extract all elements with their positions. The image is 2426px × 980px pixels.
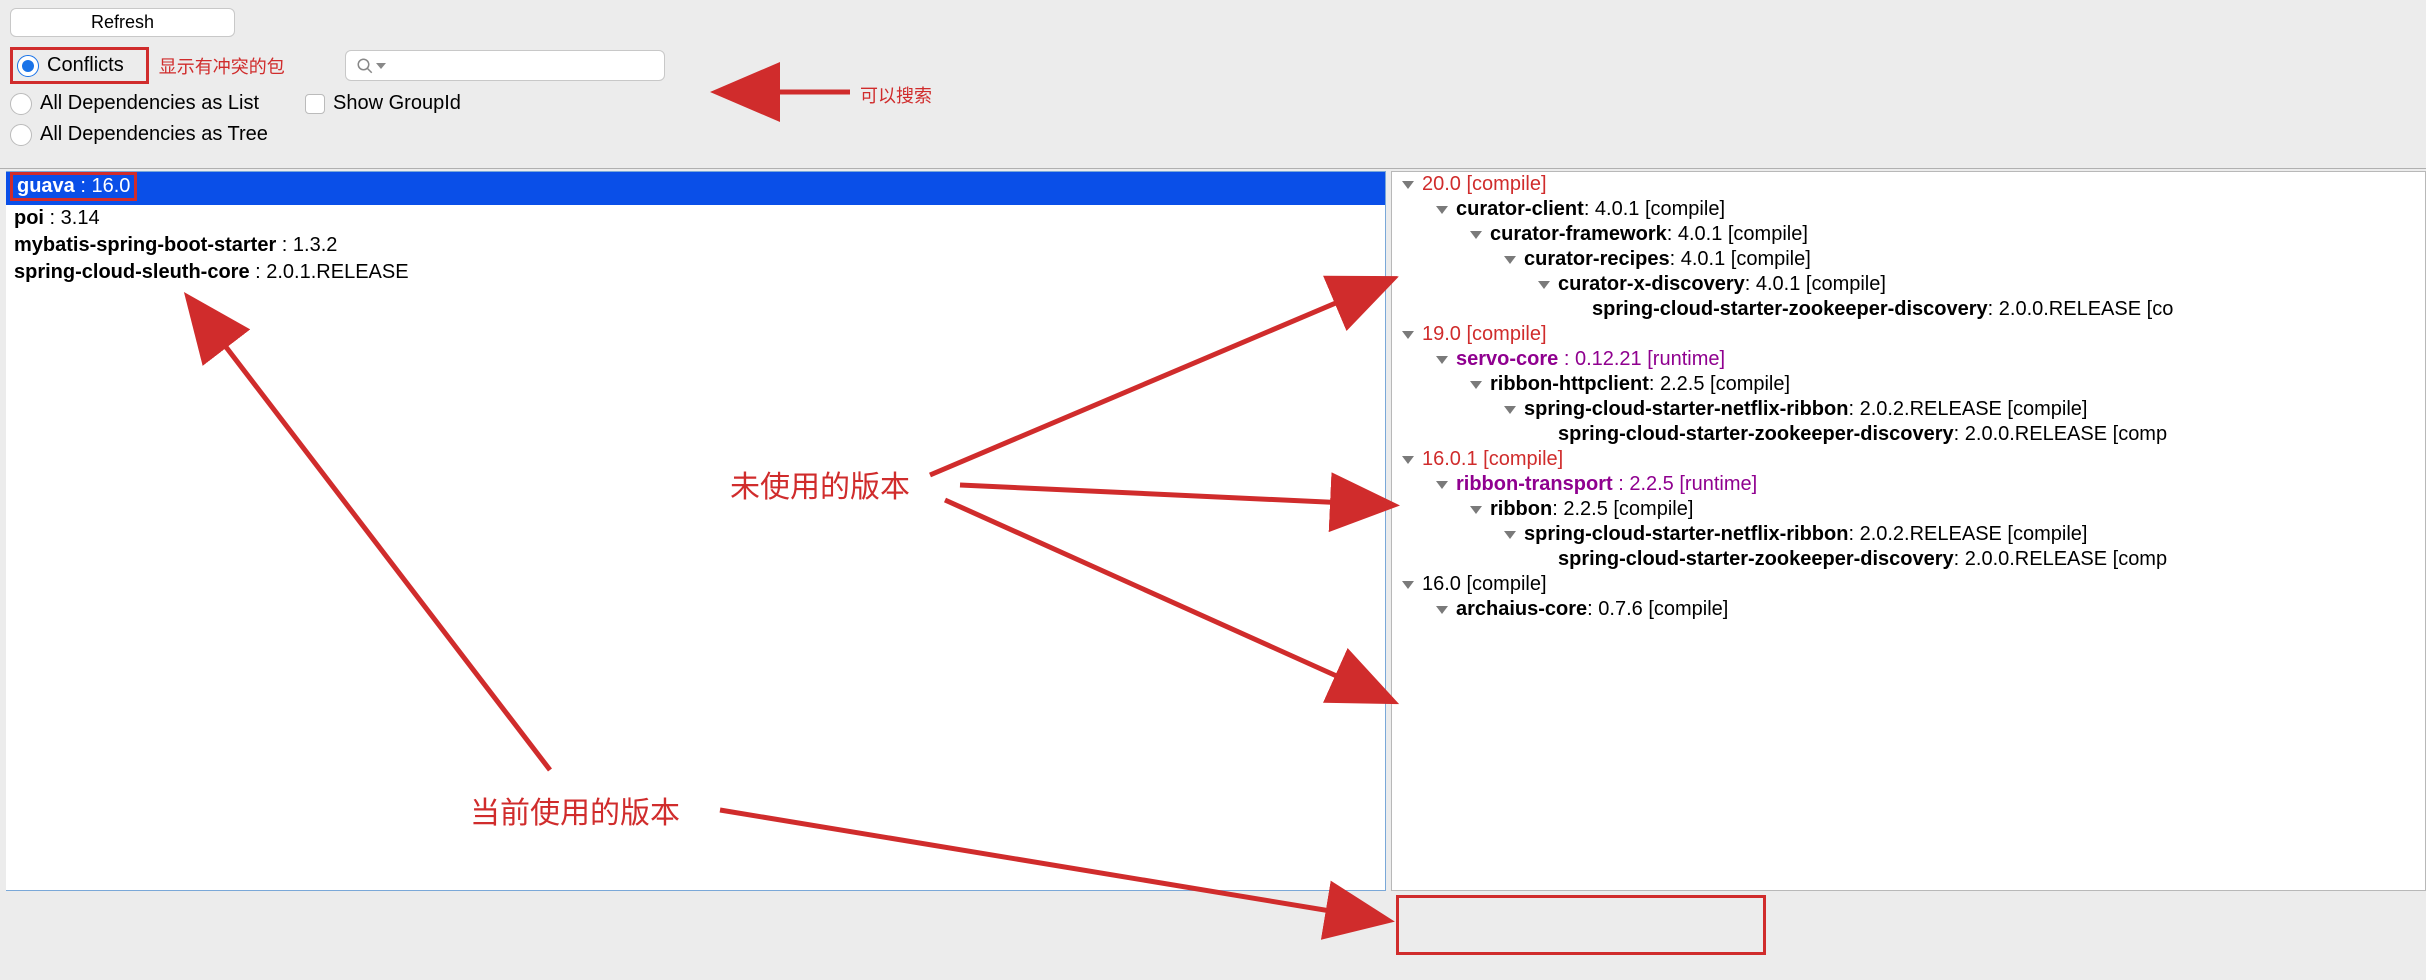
chevron-down-icon[interactable]	[1436, 206, 1448, 214]
chevron-down-icon[interactable]	[1538, 281, 1550, 289]
tree-row[interactable]: ribbon : 2.2.5 [compile]	[1392, 497, 2425, 522]
tree-row[interactable]: 20.0 [compile]	[1392, 172, 2425, 197]
chevron-down-icon[interactable]	[1470, 506, 1482, 514]
annotation-search-label: 可以搜索	[860, 82, 932, 108]
chevron-down-icon[interactable]	[1436, 481, 1448, 489]
dependency-list-item[interactable]: mybatis-spring-boot-starter : 1.3.2	[6, 232, 1385, 259]
all-deps-tree-label: All Dependencies as Tree	[40, 123, 268, 146]
annotation-frame-guava: guava : 16.0	[10, 172, 137, 201]
tree-row[interactable]: ribbon-httpclient : 2.2.5 [compile]	[1392, 372, 2425, 397]
checkbox-icon	[305, 94, 325, 114]
chevron-down-icon[interactable]	[1504, 406, 1516, 414]
tree-row[interactable]: curator-recipes : 4.0.1 [compile]	[1392, 247, 2425, 272]
tree-row[interactable]: spring-cloud-starter-zookeeper-discovery…	[1392, 422, 2425, 447]
tree-row[interactable]: ribbon-transport : 2.2.5 [runtime]	[1392, 472, 2425, 497]
tree-row[interactable]: spring-cloud-starter-zookeeper-discovery…	[1392, 547, 2425, 572]
annotation-frame-current-version	[1396, 895, 1766, 955]
search-input[interactable]	[390, 55, 654, 76]
all-deps-list-radio[interactable]: All Dependencies as List	[10, 92, 259, 115]
tree-row[interactable]: 16.0 [compile]	[1392, 572, 2425, 597]
conflicts-highlight-box: Conflicts	[10, 47, 149, 84]
dependency-list-item[interactable]: poi : 3.14	[6, 205, 1385, 232]
chevron-down-icon[interactable]	[1504, 531, 1516, 539]
dependency-list-item[interactable]: spring-cloud-sleuth-core : 2.0.1.RELEASE	[6, 259, 1385, 286]
annotation-conflicts: 显示有冲突的包	[159, 53, 285, 79]
conflicts-radio[interactable]: Conflicts	[17, 54, 124, 77]
radio-icon	[10, 93, 32, 115]
all-deps-list-label: All Dependencies as List	[40, 92, 259, 115]
refresh-button[interactable]: Refresh	[10, 8, 235, 37]
chevron-down-icon[interactable]	[1470, 231, 1482, 239]
dependency-list-panel[interactable]: guava : 16.0 poi : 3.14mybatis-spring-boo…	[6, 171, 1386, 891]
dependency-tree-panel[interactable]: 20.0 [compile]curator-client : 4.0.1 [co…	[1391, 171, 2426, 891]
dependency-list-item[interactable]: guava : 16.0	[6, 172, 1385, 205]
chevron-down-icon[interactable]	[1402, 456, 1414, 464]
tree-row[interactable]: curator-framework : 4.0.1 [compile]	[1392, 222, 2425, 247]
search-input-wrap[interactable]	[345, 50, 665, 81]
chevron-down-icon[interactable]	[1402, 331, 1414, 339]
tree-row[interactable]: 16.0.1 [compile]	[1392, 447, 2425, 472]
tree-row[interactable]: 19.0 [compile]	[1392, 322, 2425, 347]
all-deps-tree-radio[interactable]: All Dependencies as Tree	[10, 123, 268, 146]
chevron-down-icon[interactable]	[1504, 256, 1516, 264]
show-groupid-checkbox[interactable]: Show GroupId	[305, 92, 461, 115]
search-dropdown-caret[interactable]	[376, 63, 386, 69]
tree-row[interactable]: archaius-core : 0.7.6 [compile]	[1392, 597, 2425, 622]
tree-row[interactable]: spring-cloud-starter-netflix-ribbon : 2.…	[1392, 397, 2425, 422]
chevron-down-icon[interactable]	[1470, 381, 1482, 389]
conflicts-radio-label: Conflicts	[47, 54, 124, 77]
chevron-down-icon[interactable]	[1436, 356, 1448, 364]
tree-row[interactable]: curator-client : 4.0.1 [compile]	[1392, 197, 2425, 222]
chevron-down-icon[interactable]	[1436, 606, 1448, 614]
tree-row[interactable]: spring-cloud-starter-zookeeper-discovery…	[1392, 297, 2425, 322]
chevron-down-icon[interactable]	[1402, 181, 1414, 189]
show-groupid-label: Show GroupId	[333, 92, 461, 115]
tree-row[interactable]: spring-cloud-starter-netflix-ribbon : 2.…	[1392, 522, 2425, 547]
search-icon	[356, 57, 374, 75]
chevron-down-icon[interactable]	[1402, 581, 1414, 589]
tree-row[interactable]: curator-x-discovery : 4.0.1 [compile]	[1392, 272, 2425, 297]
radio-icon	[17, 55, 39, 77]
tree-row[interactable]: servo-core : 0.12.21 [runtime]	[1392, 347, 2425, 372]
radio-icon	[10, 124, 32, 146]
